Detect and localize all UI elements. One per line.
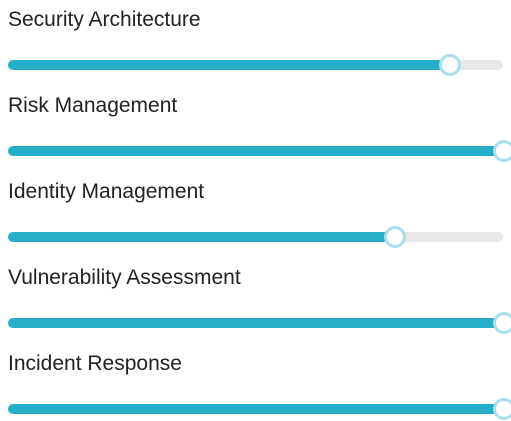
skill-label: Vulnerability Assessment: [8, 266, 241, 289]
skill-slider[interactable]: [8, 53, 503, 77]
slider-track: [8, 146, 503, 156]
skill-slider[interactable]: [8, 225, 503, 249]
slider-fill: [8, 146, 503, 156]
skill-slider[interactable]: [8, 139, 511, 163]
slider-fill: [8, 60, 449, 70]
skill-label: Risk Management: [8, 94, 178, 117]
slider-fill: [8, 232, 394, 242]
skill-label: Incident Response: [8, 352, 182, 375]
slider-fill: [8, 318, 503, 328]
skill-slider[interactable]: [8, 311, 511, 335]
skill-row-risk-management: Risk Management: [0, 92, 511, 162]
slider-track: [8, 404, 503, 414]
slider-thumb[interactable]: [493, 312, 511, 334]
skill-label: Security Architecture: [8, 8, 201, 31]
skill-label: Identity Management: [8, 180, 205, 203]
slider-track: [8, 232, 503, 242]
skill-row-incident-response: Incident Response: [0, 350, 511, 420]
slider-thumb[interactable]: [439, 54, 461, 76]
skills-list: Security Architecture Risk Management Id…: [0, 0, 511, 420]
slider-track: [8, 318, 503, 328]
slider-track: [8, 60, 503, 70]
slider-fill: [8, 404, 503, 414]
skill-row-security-architecture: Security Architecture: [0, 6, 511, 76]
skill-slider[interactable]: [8, 397, 511, 421]
slider-thumb[interactable]: [493, 140, 511, 162]
slider-thumb[interactable]: [493, 398, 511, 420]
skill-row-identity-management: Identity Management: [0, 178, 511, 248]
slider-thumb[interactable]: [384, 226, 406, 248]
skill-row-vulnerability-assessment: Vulnerability Assessment: [0, 264, 511, 334]
